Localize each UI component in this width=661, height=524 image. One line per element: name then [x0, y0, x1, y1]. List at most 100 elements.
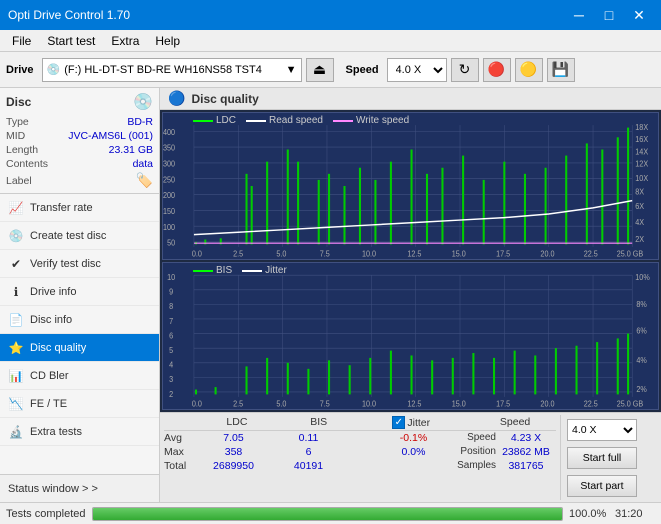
disc-header: Disc: [6, 95, 31, 109]
drive-icon: 💿: [47, 63, 61, 76]
disc-icon[interactable]: 💿: [133, 92, 153, 112]
svg-text:5.0: 5.0: [276, 399, 287, 409]
titlebar-controls: ─ □ ✕: [565, 4, 653, 26]
svg-text:300: 300: [163, 159, 176, 169]
svg-text:6%: 6%: [636, 326, 646, 336]
write-speed-legend-item: Write speed: [333, 115, 409, 126]
svg-text:2.5: 2.5: [233, 399, 244, 409]
sidebar-item-label: Verify test disc: [30, 258, 101, 270]
sidebar-item-create-test-disc[interactable]: 💿 Create test disc: [0, 222, 159, 250]
sidebar-item-fe-te[interactable]: 📉 FE / TE: [0, 390, 159, 418]
svg-text:4: 4: [169, 360, 174, 370]
sidebar-item-label: Create test disc: [30, 230, 106, 242]
eject-button[interactable]: ⏏: [306, 58, 334, 82]
color-button-yellow[interactable]: 🟡: [515, 58, 543, 82]
svg-text:2.5: 2.5: [233, 249, 244, 259]
svg-text:25.0 GB: 25.0 GB: [617, 399, 643, 409]
toolbar: Drive 💿 (F:) HL-DT-ST BD-RE WH16NS58 TST…: [0, 52, 661, 88]
status-text: Tests completed: [6, 508, 86, 520]
chart1-svg: 400 350 300 250 200 150 100 50 18X 16X 1…: [163, 113, 658, 259]
contents-label: Contents: [6, 158, 48, 170]
refresh-button[interactable]: ↻: [451, 58, 479, 82]
bis-legend-label: BIS: [216, 265, 232, 276]
status-window[interactable]: Status window > >: [0, 474, 159, 502]
svg-text:8X: 8X: [635, 187, 644, 197]
sidebar-item-disc-info[interactable]: 📄 Disc info: [0, 306, 159, 334]
svg-text:17.5: 17.5: [496, 399, 511, 409]
max-jitter: 0.0%: [376, 446, 451, 458]
speed-label-avg: Speed: [451, 432, 496, 444]
svg-text:10%: 10%: [635, 272, 649, 282]
label-icon[interactable]: 🏷️: [136, 172, 153, 189]
ldc-chart: LDC Read speed Write speed: [162, 112, 659, 260]
maximize-button[interactable]: □: [595, 4, 623, 26]
sidebar-item-label: Disc quality: [30, 342, 86, 354]
svg-text:50: 50: [167, 238, 176, 248]
svg-text:12.5: 12.5: [407, 399, 422, 409]
menu-file[interactable]: File: [4, 32, 39, 50]
drive-select[interactable]: 💿 (F:) HL-DT-ST BD-RE WH16NS58 TST4 ▼: [42, 58, 302, 82]
svg-text:2%: 2%: [636, 384, 646, 394]
sidebar-item-verify-test-disc[interactable]: ✔ Verify test disc: [0, 250, 159, 278]
color-button-red[interactable]: 🔴: [483, 58, 511, 82]
sidebar-item-label: FE / TE: [30, 398, 67, 410]
sidebar-item-transfer-rate[interactable]: 📈 Transfer rate: [0, 194, 159, 222]
max-label: Max: [164, 446, 196, 458]
jitter-label: Jitter: [407, 417, 430, 429]
svg-text:3: 3: [169, 375, 174, 385]
svg-text:5.0: 5.0: [276, 249, 287, 259]
disc-quality-icon: ⭐: [8, 340, 24, 356]
mid-value: JVC-AMS6L (001): [68, 130, 153, 142]
disc-info-icon: 📄: [8, 312, 24, 328]
ldc-legend-dot: [193, 120, 213, 122]
close-button[interactable]: ✕: [625, 4, 653, 26]
speed-dropdown[interactable]: 4.0 X 2.0 X: [567, 419, 637, 441]
svg-text:10.0: 10.0: [362, 399, 377, 409]
bis-chart: BIS Jitter: [162, 262, 659, 410]
content-title: Disc quality: [191, 92, 258, 106]
svg-text:4X: 4X: [635, 217, 644, 227]
sidebar-item-label: Extra tests: [30, 426, 82, 438]
sidebar-item-cd-bler[interactable]: 📊 CD Bler: [0, 362, 159, 390]
svg-text:17.5: 17.5: [496, 249, 511, 259]
svg-text:7.5: 7.5: [320, 249, 331, 259]
position-label: Position: [451, 446, 496, 458]
save-button[interactable]: 💾: [547, 58, 575, 82]
sidebar: Disc 💿 Type BD-R MID JVC-AMS6L (001) Len…: [0, 88, 160, 502]
ldc-legend-item: LDC: [193, 115, 236, 126]
menu-start-test[interactable]: Start test: [39, 32, 103, 50]
read-speed-legend-label: Read speed: [269, 115, 323, 126]
avg-bis: 0.11: [271, 432, 346, 444]
speed-select[interactable]: 4.0 X 2.0 X 1.0 X: [387, 58, 447, 82]
svg-text:4%: 4%: [636, 355, 646, 365]
bis-legend-item: BIS: [193, 265, 232, 276]
sidebar-item-label: CD Bler: [30, 370, 69, 382]
menu-extra[interactable]: Extra: [103, 32, 147, 50]
svg-text:10: 10: [167, 272, 176, 282]
svg-text:0.0: 0.0: [192, 249, 203, 259]
samples-label: Samples: [451, 460, 496, 472]
progress-percent: 100.0%: [569, 508, 609, 520]
start-part-button[interactable]: Start part: [567, 475, 637, 497]
sidebar-item-extra-tests[interactable]: 🔬 Extra tests: [0, 418, 159, 446]
jitter-checkbox[interactable]: ✓: [392, 416, 405, 429]
sidebar-item-label: Drive info: [30, 286, 76, 298]
avg-speed: 4.23 X: [496, 432, 556, 444]
mid-label: MID: [6, 130, 25, 142]
bottom-bar: Tests completed 100.0% 31:20: [0, 502, 661, 524]
start-full-button[interactable]: Start full: [567, 447, 637, 469]
read-speed-legend-dot: [246, 120, 266, 122]
menu-help[interactable]: Help: [147, 32, 188, 50]
contents-value: data: [133, 158, 153, 170]
minimize-button[interactable]: ─: [565, 4, 593, 26]
sidebar-item-drive-info[interactable]: ℹ Drive info: [0, 278, 159, 306]
svg-text:18X: 18X: [635, 122, 648, 132]
svg-text:12X: 12X: [635, 159, 648, 169]
sidebar-item-disc-quality[interactable]: ⭐ Disc quality: [0, 334, 159, 362]
svg-text:20.0: 20.0: [540, 249, 555, 259]
chart1-legend: LDC Read speed Write speed: [193, 115, 409, 126]
jitter-legend-dot: [242, 270, 262, 272]
drive-info-icon: ℹ: [8, 284, 24, 300]
chart2-svg: 10 9 8 7 6 5 4 3 2 10% 8% 6% 4%: [163, 263, 658, 409]
create-disc-icon: 💿: [8, 228, 24, 244]
